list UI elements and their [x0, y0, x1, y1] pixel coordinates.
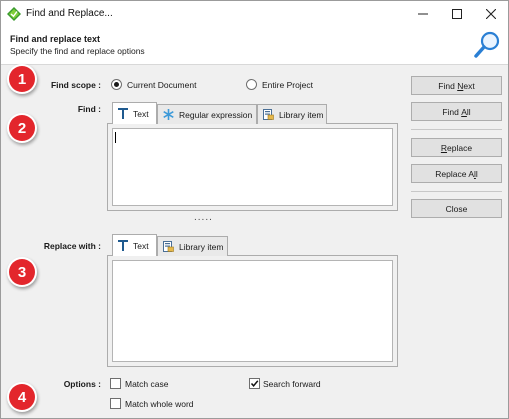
match-case-checkbox[interactable] [110, 378, 121, 389]
find-replace-dialog: Find and Replace... Find and replace tex… [0, 0, 509, 419]
badge-2: 2 [9, 115, 35, 141]
library-item-icon [163, 241, 174, 252]
text-caret [115, 132, 116, 143]
find-tab-regex-label: Regular expression [179, 109, 253, 120]
search-forward-checkbox[interactable] [249, 378, 260, 389]
app-diamond-icon [7, 7, 21, 21]
close-icon [486, 9, 496, 19]
find-next-label-post: ext [463, 80, 475, 91]
minimize-icon [418, 13, 428, 15]
text-t-icon [118, 108, 128, 119]
replace-tab-text-label: Text [133, 240, 149, 251]
radio-current-document-label[interactable]: Current Document [127, 80, 196, 90]
find-next-label-pre: Find [438, 80, 458, 91]
minimize-button[interactable] [406, 1, 440, 27]
replace-all-label-post: l [475, 168, 478, 179]
library-item-icon [263, 109, 274, 120]
button-separator [411, 191, 502, 192]
find-all-label-post: ll [466, 106, 471, 117]
find-all-label-pre: Find [442, 106, 462, 117]
maximize-button[interactable] [440, 1, 474, 27]
dialog-header: Find and replace text Specify the find a… [1, 27, 508, 65]
match-whole-word-label[interactable]: Match whole word [125, 399, 194, 409]
close-window-button[interactable] [474, 1, 508, 27]
replace-with-label: Replace with : [43, 241, 101, 251]
replace-tab-panel [107, 255, 398, 367]
find-tab-text[interactable]: Text [112, 102, 157, 124]
checkmark-icon [250, 380, 259, 387]
text-t-icon [118, 240, 128, 251]
close-button[interactable]: Close [411, 199, 502, 218]
options-label: Options : [63, 379, 101, 389]
header-title: Find and replace text [10, 34, 101, 44]
find-text-editor[interactable] [112, 128, 393, 206]
replace-tab-text[interactable]: Text [112, 234, 157, 256]
replace-label-post: eplace [447, 142, 473, 153]
badge-4: 4 [9, 384, 35, 410]
replace-text-editor[interactable] [112, 260, 393, 362]
replace-all-button[interactable]: Replace All [411, 164, 502, 183]
find-tab-text-label: Text [133, 108, 149, 119]
button-separator [411, 129, 502, 130]
magnifier-icon [474, 31, 500, 58]
replace-tab-library-item-label: Library item [179, 241, 224, 252]
maximize-icon [452, 9, 462, 19]
match-whole-word-checkbox[interactable] [110, 398, 121, 409]
find-scope-label: Find scope : [50, 80, 101, 90]
close-label-post: Close [445, 203, 468, 214]
window-title: Find and Replace... [26, 8, 113, 19]
find-label: Find : [77, 104, 101, 114]
badge-1: 1 [9, 66, 35, 92]
radio-current-document[interactable] [111, 79, 122, 90]
radio-entire-project-label[interactable]: Entire Project [262, 80, 313, 90]
search-forward-label[interactable]: Search forward [263, 379, 321, 389]
replace-tab-library-item[interactable]: Library item [157, 236, 228, 256]
radio-entire-project[interactable] [246, 79, 257, 90]
find-next-button[interactable]: Find Next [411, 76, 502, 95]
replace-all-label-pre: Replace A [435, 168, 474, 179]
asterisk-icon [163, 109, 174, 120]
badge-3: 3 [9, 259, 35, 285]
header-subtitle: Specify the find and replace options [10, 46, 145, 56]
find-tab-library-item[interactable]: Library item [257, 104, 327, 124]
find-all-button[interactable]: Find All [411, 102, 502, 121]
title-bar[interactable]: Find and Replace... [1, 1, 508, 27]
find-tab-library-item-label: Library item [279, 109, 324, 120]
find-tab-panel [107, 123, 398, 211]
replace-button[interactable]: Replace [411, 138, 502, 157]
match-case-label[interactable]: Match case [125, 379, 168, 389]
splitter-handle[interactable]: ..... [194, 212, 213, 223]
find-tab-regex[interactable]: Regular expression [157, 104, 257, 124]
